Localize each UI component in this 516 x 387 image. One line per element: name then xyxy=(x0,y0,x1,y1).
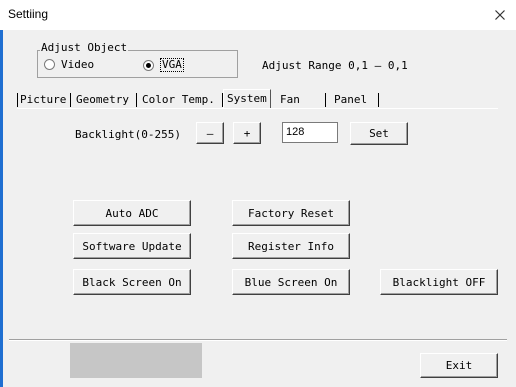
adjust-object-legend: Adjust Object xyxy=(40,41,129,54)
tab-geometry[interactable]: Geometry xyxy=(73,92,132,107)
adjust-range-label: Adjust Range 0,1 — 0,1 xyxy=(262,59,408,72)
video-radio[interactable]: Video xyxy=(44,58,94,71)
radio-icon xyxy=(44,59,55,70)
backlight-increase-button[interactable]: + xyxy=(233,122,261,144)
tab-separator xyxy=(136,93,137,107)
title-bar: Settiing xyxy=(0,0,516,30)
black-screen-on-button[interactable]: Black Screen On xyxy=(73,269,191,295)
backlight-label: Backlight(0-255) xyxy=(75,128,181,141)
tab-separator xyxy=(325,93,326,107)
backlight-value-input[interactable]: 128 xyxy=(282,122,338,143)
factory-reset-button[interactable]: Factory Reset xyxy=(232,200,350,226)
tab-fan[interactable]: Fan xyxy=(277,92,303,107)
close-button[interactable] xyxy=(484,0,516,30)
vga-radio-label: VGA xyxy=(160,58,184,72)
auto-adc-button[interactable]: Auto ADC xyxy=(73,200,191,226)
set-button[interactable]: Set xyxy=(350,122,408,145)
backlight-decrease-button[interactable]: — xyxy=(196,122,224,144)
progress-bar xyxy=(70,343,202,378)
blue-screen-on-button[interactable]: Blue Screen On xyxy=(232,269,350,295)
window-left-edge xyxy=(0,30,3,387)
vga-radio[interactable]: VGA xyxy=(143,58,184,72)
video-radio-label: Video xyxy=(61,58,95,71)
tab-system[interactable]: System xyxy=(223,89,271,108)
tab-panel[interactable]: Panel xyxy=(331,92,370,107)
window-title: Settiing xyxy=(8,7,49,21)
software-update-button[interactable]: Software Update xyxy=(73,233,191,259)
exit-button[interactable]: Exit xyxy=(420,353,498,378)
tab-page-edge xyxy=(17,108,498,109)
blacklight-off-button[interactable]: Blacklight OFF xyxy=(380,269,498,295)
tab-picture[interactable]: Picture xyxy=(17,92,69,107)
radio-icon xyxy=(143,59,154,71)
close-icon xyxy=(495,10,505,20)
footer-divider-highlight xyxy=(9,340,507,341)
tab-color-temp[interactable]: Color Temp. xyxy=(139,92,218,107)
tab-separator xyxy=(70,93,71,107)
register-info-button[interactable]: Register Info xyxy=(232,233,350,259)
tab-separator xyxy=(378,93,379,107)
